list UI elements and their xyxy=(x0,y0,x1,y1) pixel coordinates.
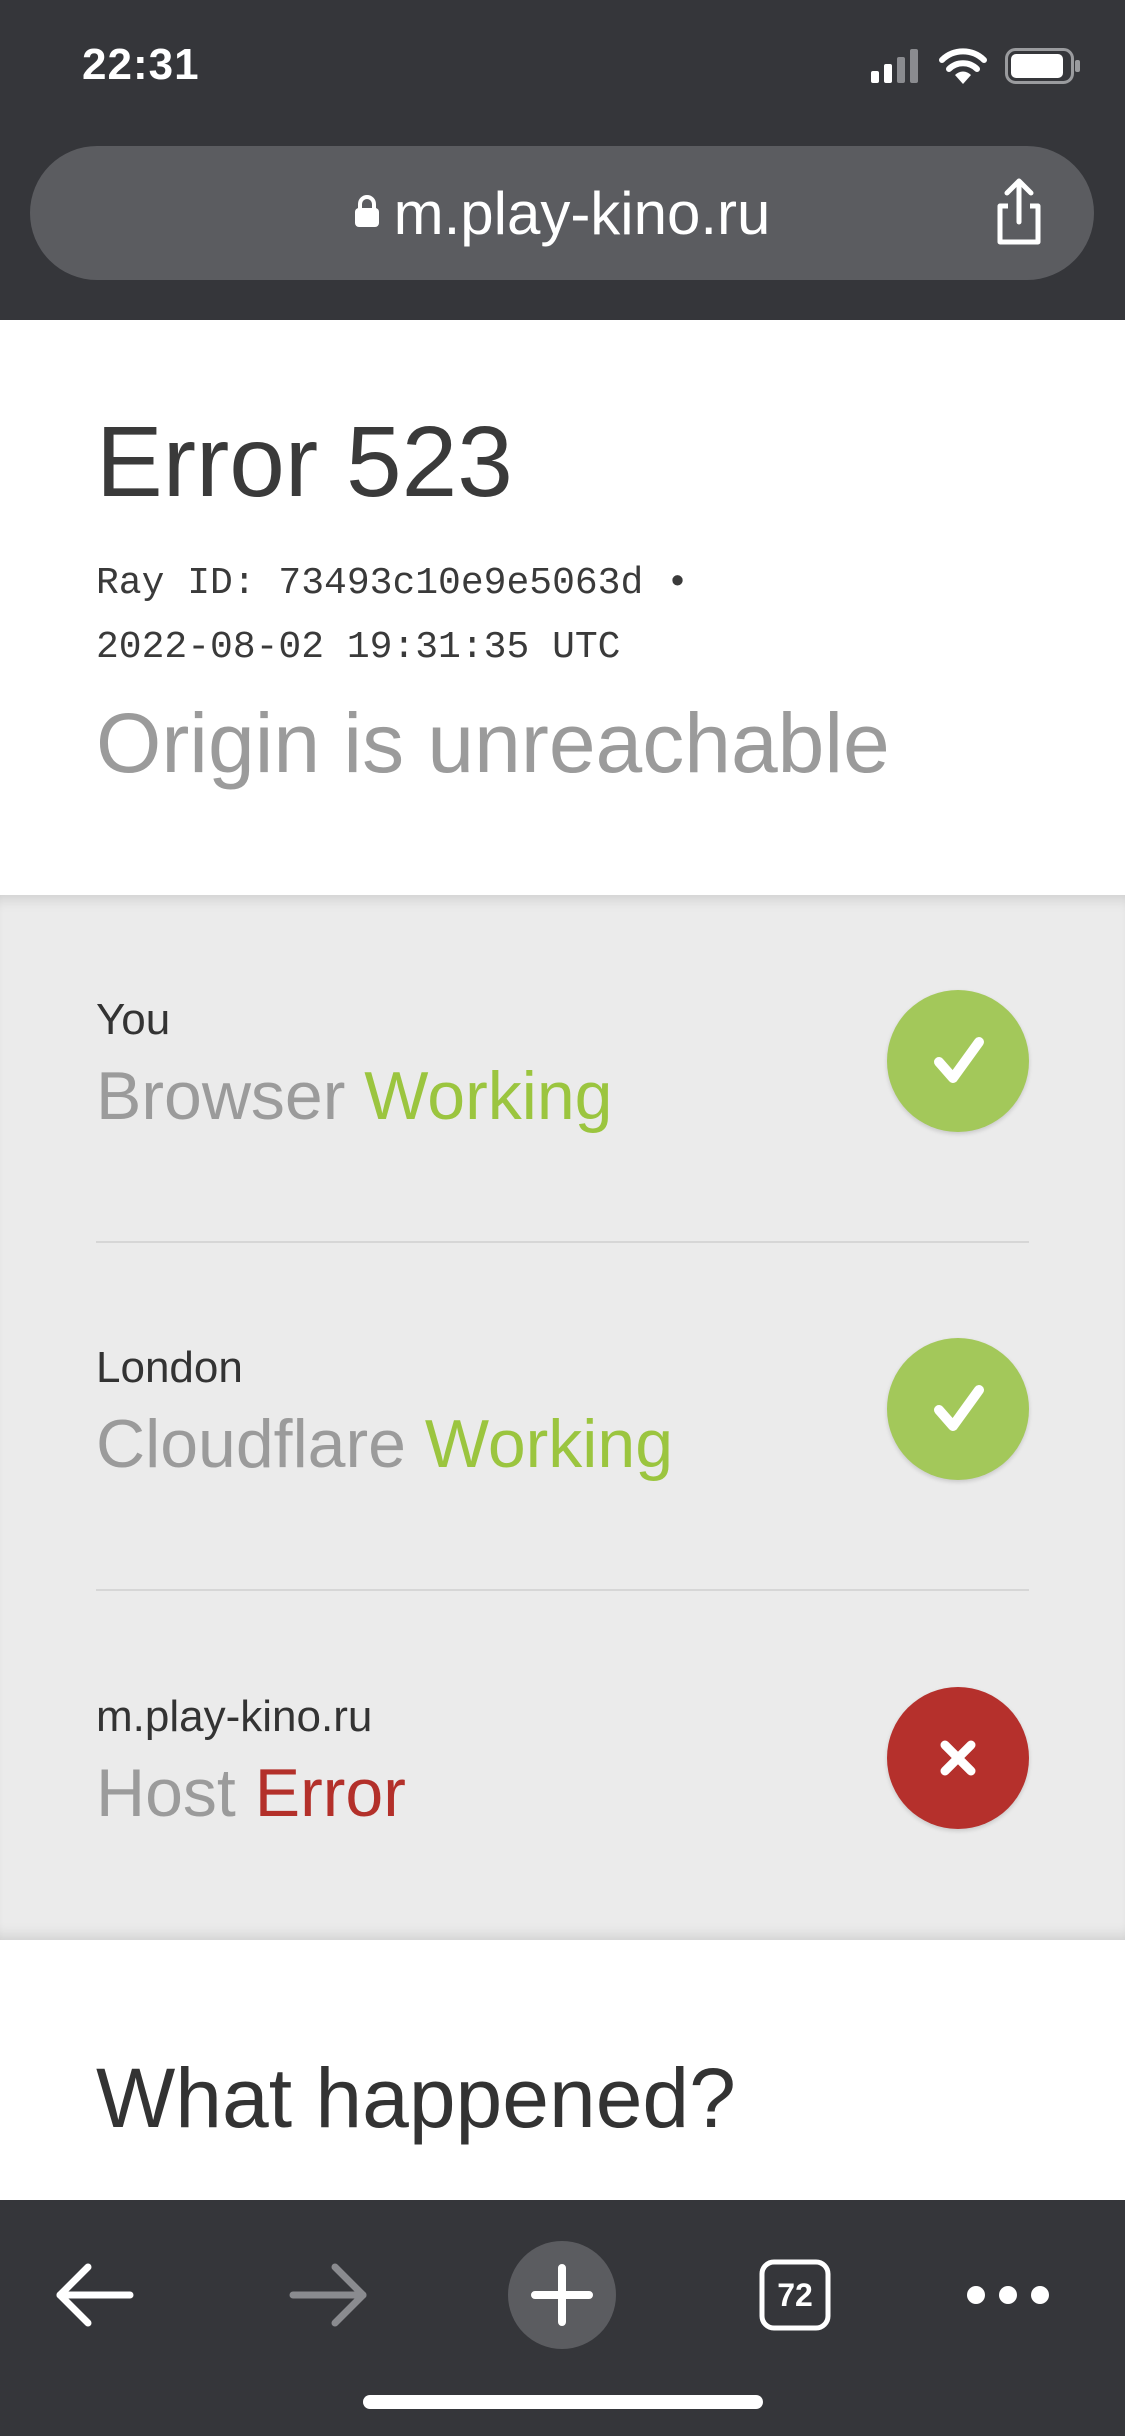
row-name: Cloudflare xyxy=(96,1406,406,1482)
error-subtitle: Origin is unreachable xyxy=(96,696,890,790)
status-row-browser: You Browser Working xyxy=(96,895,1029,1243)
status-row-cloudflare: London Cloudflare Working xyxy=(96,1243,1029,1591)
arrow-right-icon xyxy=(263,2263,393,2364)
share-button[interactable] xyxy=(984,176,1054,250)
ray-timestamp: 2022-08-02 19:31:35 UTC xyxy=(96,626,621,669)
new-tab-button[interactable] xyxy=(497,2230,627,2360)
row-location: m.play-kino.ru xyxy=(96,1692,373,1741)
home-indicator[interactable] xyxy=(363,2395,763,2409)
row-status: Working xyxy=(364,1058,613,1134)
more-icon xyxy=(943,2286,1073,2364)
status-icons xyxy=(871,47,1081,89)
error-header: Error 523 Ray ID: 73493c10e9e5063d • 202… xyxy=(0,320,1125,895)
status-badge-ok xyxy=(887,1338,1029,1480)
status-row-host: m.play-kino.ru Host Error xyxy=(96,1592,1029,1940)
row-line: Host Error xyxy=(96,1754,406,1832)
arrow-left-icon xyxy=(30,2263,160,2364)
row-location: You xyxy=(96,995,171,1044)
signal-icon xyxy=(871,48,921,88)
address-bar[interactable]: m.play-kino.ru xyxy=(30,146,1094,280)
tabs-button[interactable]: 72 xyxy=(730,2230,860,2360)
status-panel: You Browser Working London Cloudflare Wo… xyxy=(0,895,1125,1940)
row-line: Cloudflare Working xyxy=(96,1405,673,1483)
row-name: Host xyxy=(96,1755,236,1831)
share-icon xyxy=(984,178,1054,254)
row-status: Working xyxy=(424,1406,674,1482)
lock-icon xyxy=(354,194,380,233)
status-badge-ok xyxy=(887,990,1029,1132)
plus-icon xyxy=(497,2241,627,2364)
row-line: Browser Working xyxy=(96,1057,612,1135)
url-text: m.play-kino.ru xyxy=(393,179,771,247)
back-button[interactable] xyxy=(30,2230,160,2360)
section-heading: What happened? xyxy=(96,2051,736,2145)
tab-count: 72 xyxy=(777,2277,813,2313)
row-status: Error xyxy=(254,1755,406,1831)
battery-icon xyxy=(1005,47,1081,89)
status-time: 22:31 xyxy=(82,40,200,89)
forward-button[interactable] xyxy=(263,2230,393,2360)
row-divider xyxy=(96,1589,1029,1591)
wifi-icon xyxy=(939,47,987,89)
browser-top-bar: 22:31 m.play-kino.ru xyxy=(0,0,1125,320)
ray-id-line: Ray ID: 73493c10e9e5063d • xyxy=(96,562,689,605)
ray-id: Ray ID: 73493c10e9e5063d • 2022-08-02 19… xyxy=(96,552,689,680)
page-title: Error 523 xyxy=(96,406,513,518)
status-badge-error xyxy=(887,1687,1029,1829)
menu-button[interactable] xyxy=(943,2230,1073,2360)
row-location: London xyxy=(96,1343,243,1392)
row-name: Browser xyxy=(96,1058,346,1134)
